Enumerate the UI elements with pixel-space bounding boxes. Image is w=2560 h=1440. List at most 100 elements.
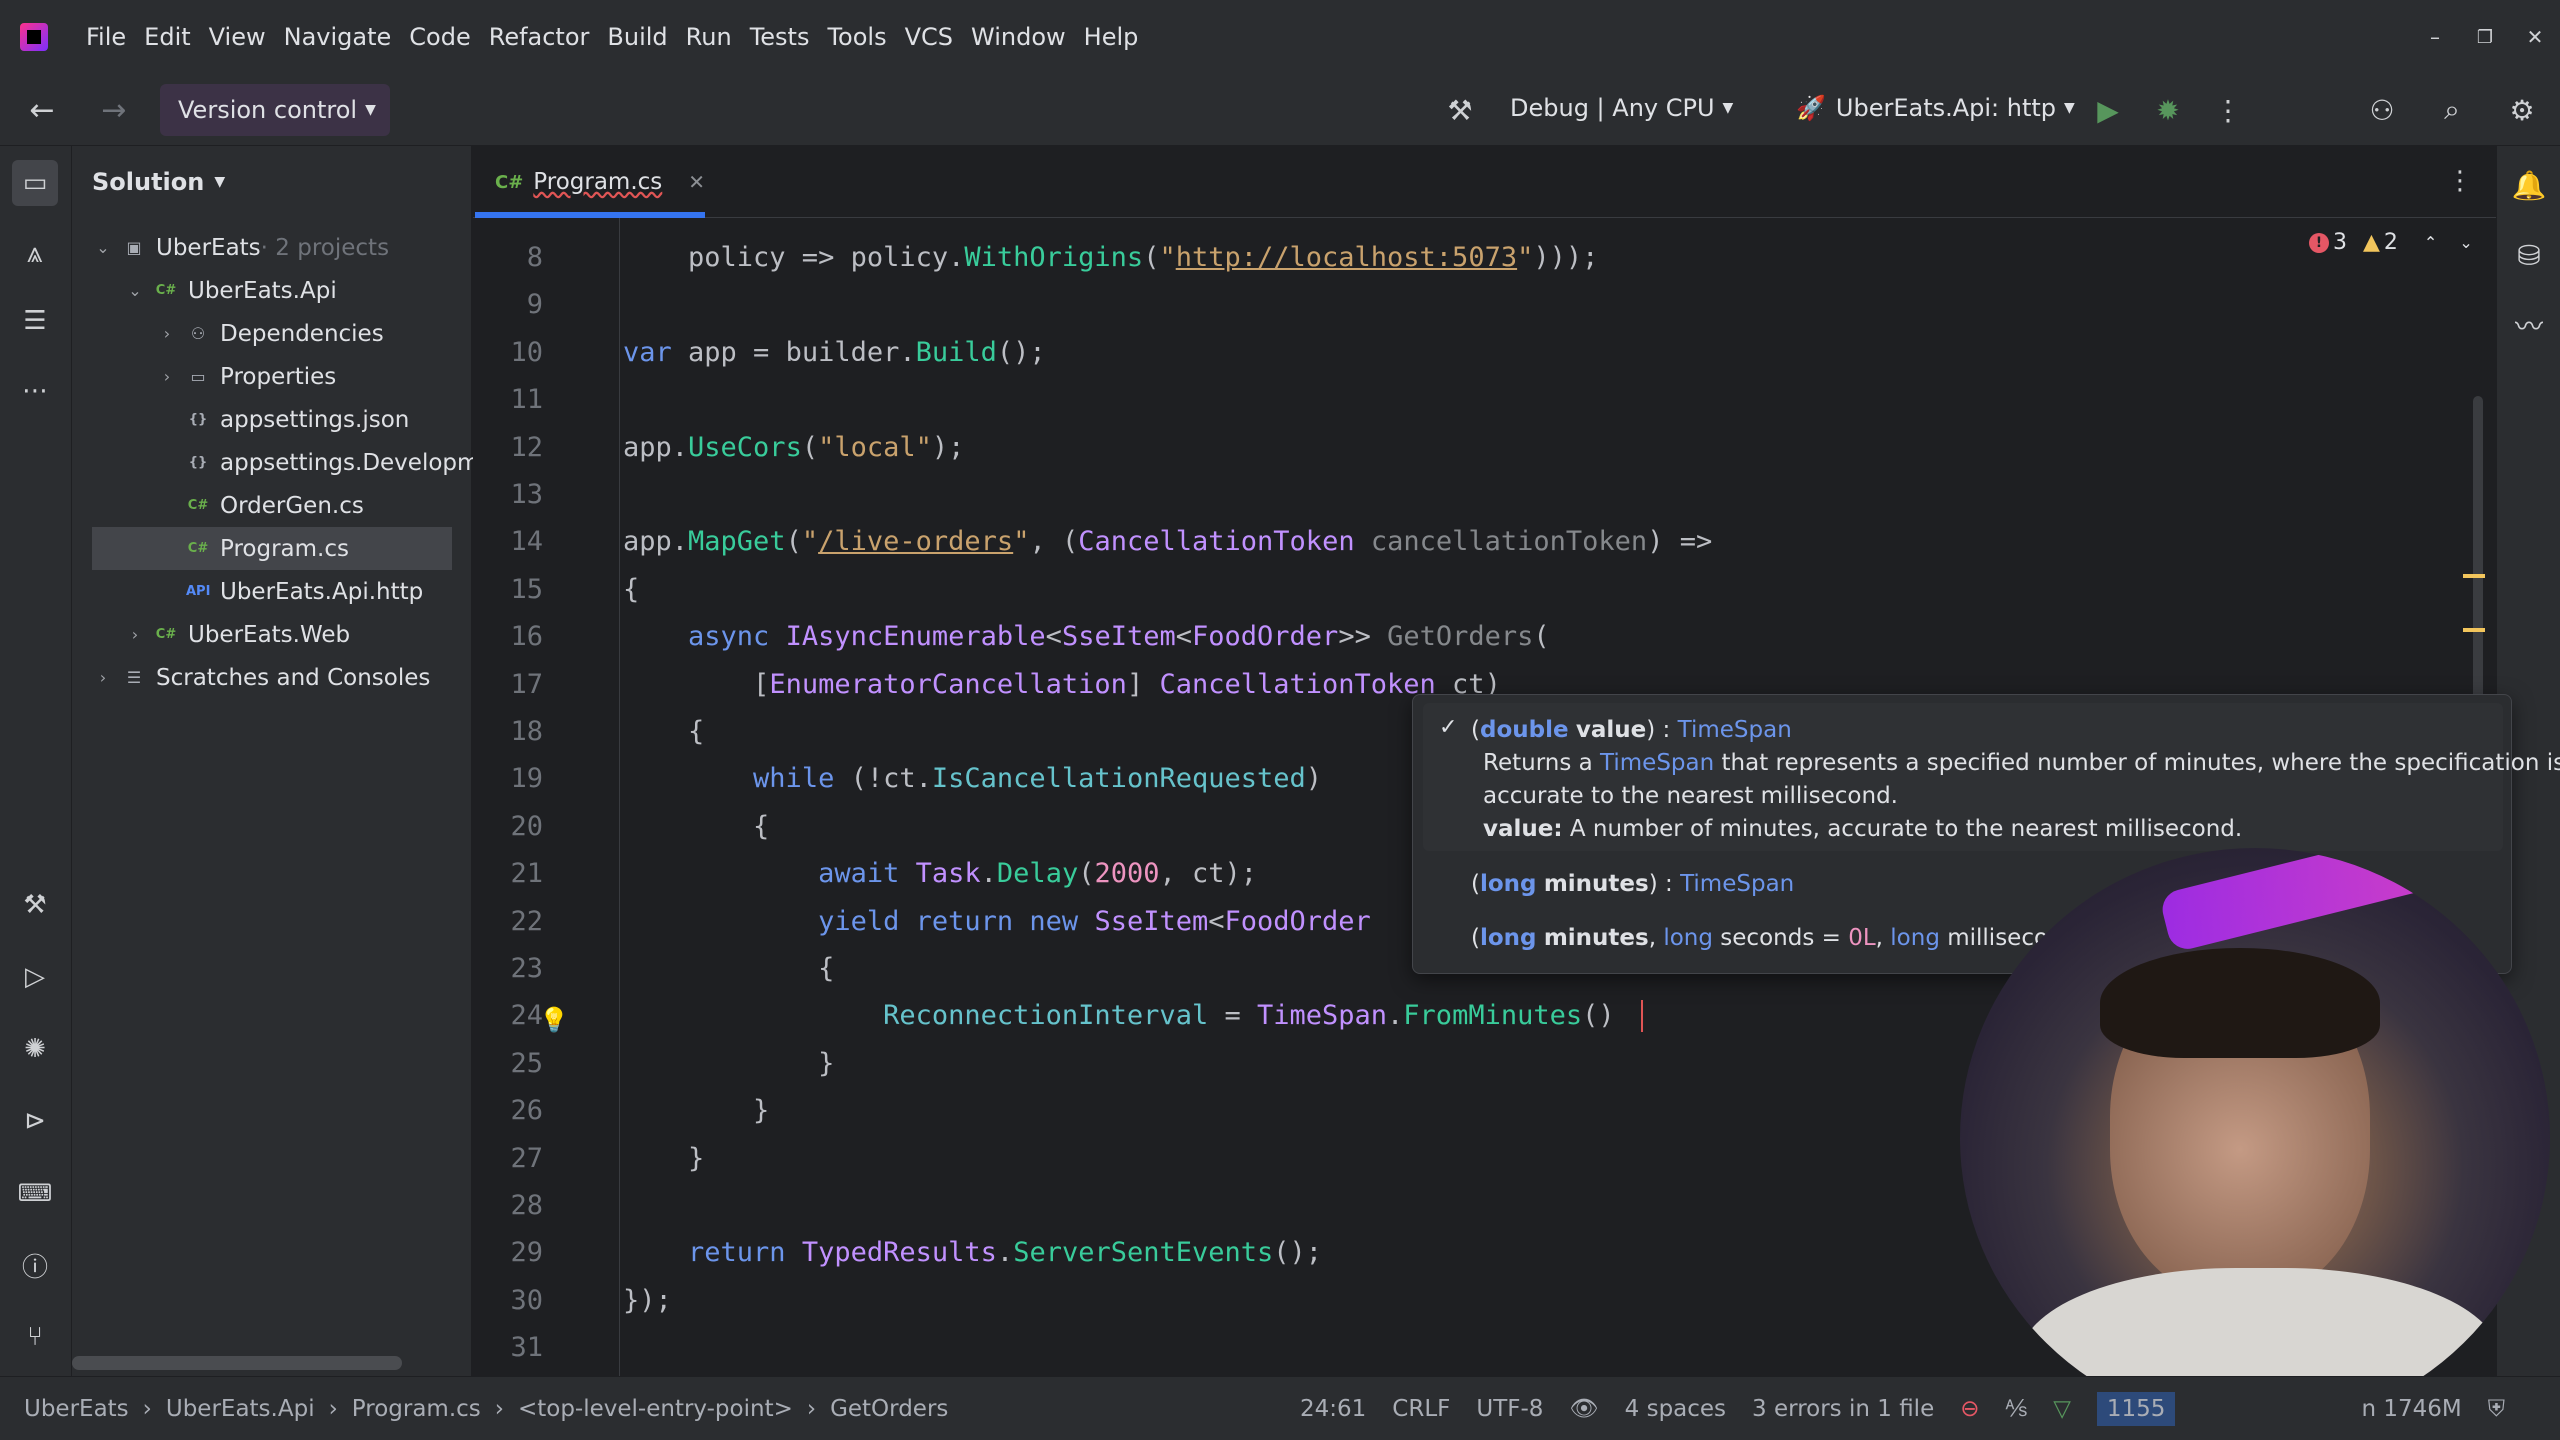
tree-item[interactable]: API UberEats.Api.http [156,570,423,613]
breadcrumb-item[interactable]: UberEats.Api [166,1396,315,1422]
code-line[interactable]: { [623,716,704,747]
translate-icon[interactable]: ⅍ [2006,1395,2028,1422]
menu-item-refactor[interactable]: Refactor [489,23,590,51]
bulb-icon[interactable]: 💡 [539,1006,569,1034]
more-tools-icon[interactable]: ⋯ [12,368,58,414]
menu-item-window[interactable]: Window [971,23,1066,51]
forward-arrow-icon[interactable]: → [94,90,134,130]
run-target-selector[interactable]: 🚀 UberEats.Api: http ▼ [1796,94,2075,122]
project-folder-icon[interactable]: ▭ [12,160,58,206]
close-window-icon[interactable]: ✕ [2510,25,2560,49]
chevron-down-icon[interactable]: ⌄ [124,281,146,300]
debug-bug-icon[interactable]: ✹ [2148,90,2188,130]
tree-item[interactable]: › ☰ Scratches and Consoles [92,656,431,699]
horizontal-scrollbar[interactable] [72,1356,402,1370]
app-logo-icon[interactable] [20,23,48,51]
chevron-down-icon[interactable]: ⌄ [92,238,114,257]
code-line[interactable]: ReconnectionInterval = TimeSpan.FromMinu… [623,1000,1615,1031]
tree-item[interactable]: C# OrderGen.cs [156,484,364,527]
run-config-selector[interactable]: Debug | Any CPU ▼ [1510,94,1733,122]
build-hammer-icon[interactable]: ⚒ [1440,90,1480,130]
tree-item[interactable]: {} appsettings.Developme [156,441,494,484]
menu-item-run[interactable]: Run [686,23,732,51]
settings-gear-icon[interactable]: ⚙ [2502,90,2542,130]
code-line[interactable]: } [623,1143,704,1174]
git-branch-icon[interactable]: ⑂ [12,1314,58,1360]
tree-item[interactable]: › C# UberEats.Web [124,613,350,656]
code-line[interactable]: } [623,1095,769,1126]
chevron-right-icon[interactable]: › [156,367,178,386]
tree-item[interactable]: › ⚇ Dependencies [156,312,384,355]
code-line[interactable]: policy => policy.WithOrigins("http://loc… [623,242,1598,273]
more-options-icon[interactable]: ⋮ [2208,90,2248,130]
errors-summary[interactable]: 3 errors in 1 file [1752,1396,1934,1422]
menu-item-file[interactable]: File [86,23,126,51]
tab-program-cs[interactable]: C# Program.cs ✕ [495,146,705,218]
menu-item-navigate[interactable]: Navigate [284,23,392,51]
code-line[interactable]: { [623,953,834,984]
tree-item[interactable]: › ▭ Properties [156,355,336,398]
menu-item-tests[interactable]: Tests [750,23,810,51]
code-line[interactable]: } [623,1048,834,1079]
services-icon[interactable]: ✺ [12,1026,58,1072]
code-line[interactable]: app.UseCors("local"); [623,432,964,463]
eye-icon[interactable]: 👁 [1569,1395,1598,1422]
code-line[interactable]: { [623,811,769,842]
vcs-status-icon[interactable]: ▽ [2053,1396,2071,1422]
database-icon[interactable]: ⛁ [2506,232,2552,278]
build-tool-icon[interactable]: ⚒ [12,882,58,928]
chevron-right-icon[interactable]: › [124,625,146,644]
code-line[interactable]: while (!ct.IsCancellationRequested) [623,763,1322,794]
notifications-bell-icon[interactable]: 🔔 [2506,162,2552,208]
solution-header[interactable]: Solution ▼ [92,168,225,196]
file-encoding[interactable]: UTF-8 [1476,1396,1543,1422]
signature-2[interactable]: (long minutes) : TimeSpan [1471,871,1794,897]
code-line[interactable]: async IAsyncEnumerable<SseItem<FoodOrder… [623,621,1550,652]
run-icon[interactable]: ▶ [2088,90,2128,130]
code-line[interactable]: { [623,574,639,605]
code-line[interactable]: yield return new SseItem<FoodOrder [623,906,1371,937]
line-separator[interactable]: CRLF [1392,1396,1450,1422]
caret-position[interactable]: 24:61 [1300,1396,1366,1422]
tree-item[interactable]: C# Program.cs [92,527,452,570]
terminal-icon[interactable]: ⌨ [12,1170,58,1216]
menu-item-build[interactable]: Build [607,23,667,51]
restore-icon[interactable]: ❐ [2460,27,2510,48]
menu-item-vcs[interactable]: VCS [905,23,953,51]
chevron-right-icon[interactable]: › [156,324,178,343]
menu-item-edit[interactable]: Edit [144,23,190,51]
no-entry-icon[interactable]: ⊖ [1960,1396,1979,1422]
breadcrumb-item[interactable]: GetOrders [830,1396,948,1422]
back-arrow-icon[interactable]: ← [22,90,62,130]
code-line[interactable]: return TypedResults.ServerSentEvents(); [623,1237,1322,1268]
minimize-icon[interactable]: – [2410,25,2460,49]
tab-options-icon[interactable]: ⋮ [2445,166,2475,196]
code-line[interactable]: var app = builder.Build(); [623,337,1046,368]
signature-1[interactable]: (double value) : TimeSpan [1471,717,1792,743]
breadcrumb-item[interactable]: <top-level-entry-point> [518,1396,793,1422]
code-line[interactable]: }); [623,1285,672,1316]
structure-icon[interactable]: ⩓ [12,230,58,276]
debug-tool-icon[interactable]: ⊳ [12,1098,58,1144]
memory-indicator[interactable]: 1155 [2096,1391,2176,1426]
explorer-icon[interactable]: ☰ [12,298,58,344]
tree-item[interactable]: ⌄ C# UberEats.Api [124,269,336,312]
chevron-right-icon[interactable]: › [92,668,114,687]
code-line[interactable]: [EnumeratorCancellation] CancellationTok… [623,669,1501,700]
problems-icon[interactable]: ⓘ [12,1242,58,1288]
breadcrumb-item[interactable]: UberEats [24,1396,129,1422]
version-control-widget[interactable]: Version control ▼ [160,84,390,136]
menu-item-help[interactable]: Help [1084,23,1139,51]
tree-item[interactable]: {} appsettings.json [156,398,410,441]
code-line[interactable]: await Task.Delay(2000, ct); [623,858,1257,889]
menu-item-code[interactable]: Code [409,23,470,51]
performance-icon[interactable]: 〰 [2506,302,2552,348]
read-only-icon[interactable]: ⛨ [2488,1396,2505,1422]
run-tool-icon[interactable]: ▷ [12,954,58,1000]
code-line[interactable]: app.MapGet("/live-orders", (Cancellation… [623,526,1712,557]
tree-item[interactable]: ⌄ ▣ UberEats · 2 projects [92,226,389,269]
breadcrumb-item[interactable]: Program.cs [352,1396,481,1422]
close-tab-icon[interactable]: ✕ [688,170,705,194]
menu-item-tools[interactable]: Tools [827,23,886,51]
signature-3[interactable]: (long minutes, long seconds = 0L, long m… [1471,925,2089,951]
